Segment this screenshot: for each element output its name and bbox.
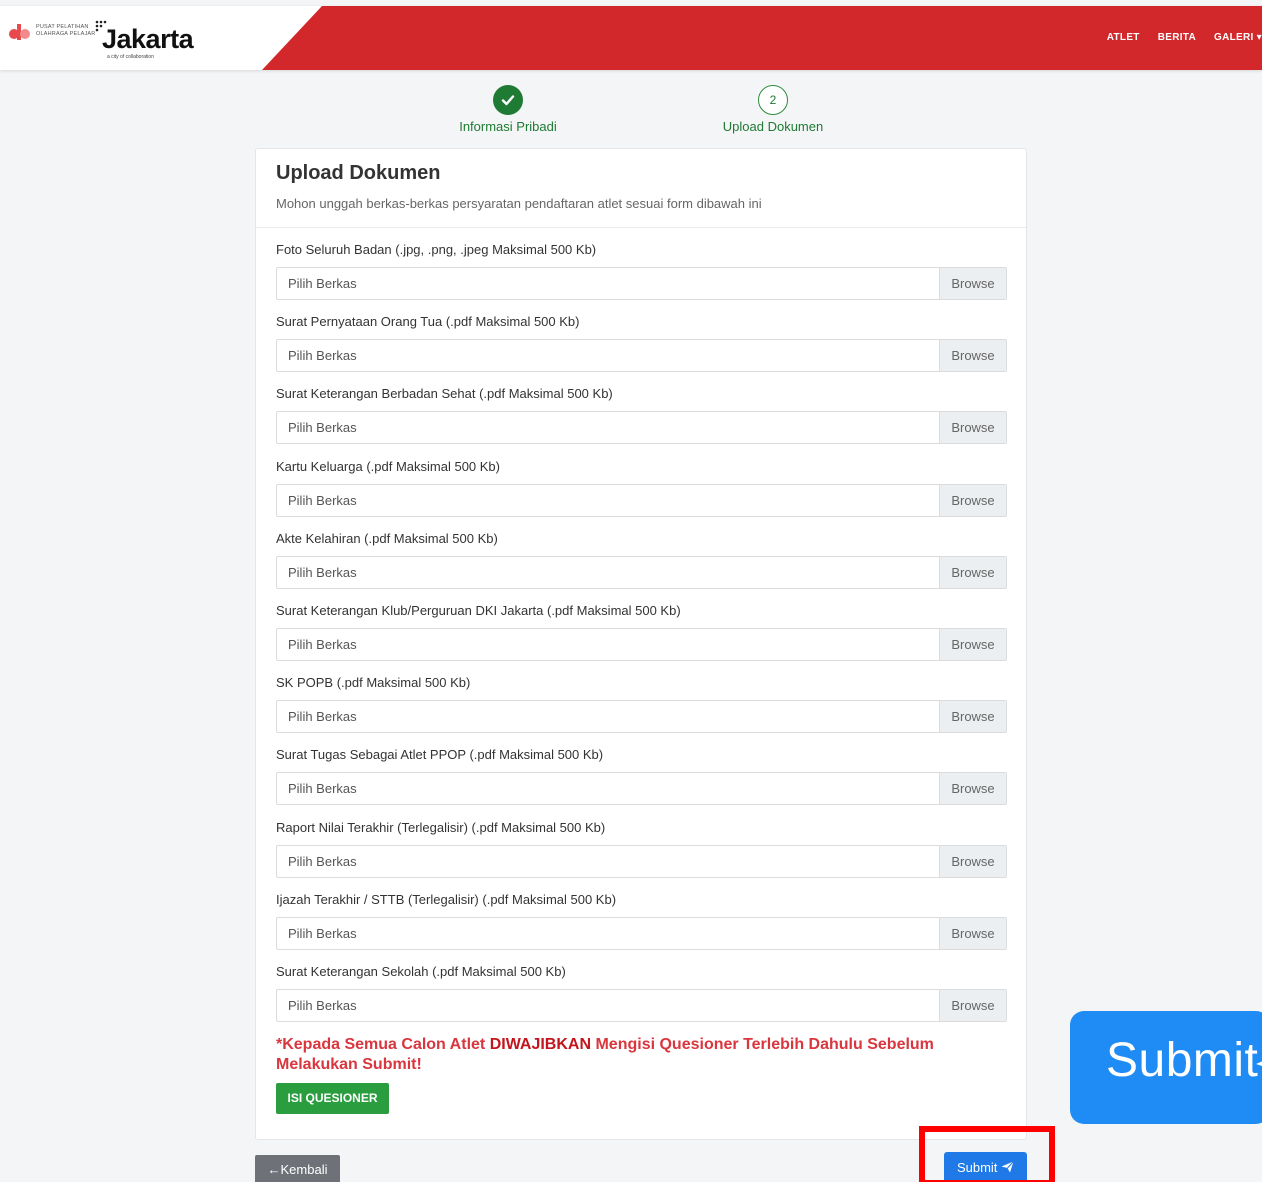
upload-field: Ijazah Terakhir / STTB (Terlegalisir) (.… — [276, 890, 1007, 962]
file-input-sekolah[interactable]: Pilih Berkas Browse — [276, 988, 1007, 1022]
card-header: Upload Dokumen Mohon unggah berkas-berka… — [256, 149, 1026, 228]
upload-fields: Foto Seluruh Badan (.jpg, .png, .jpeg Ma… — [276, 240, 1007, 1034]
upload-field: Raport Nilai Terakhir (Terlegalisir) (.p… — [276, 818, 1007, 890]
chevron-down-icon: ▾ — [1256, 32, 1262, 43]
file-input-kartu-keluarga[interactable]: Pilih Berkas Browse — [276, 483, 1007, 517]
check-icon — [501, 95, 515, 106]
step-number-badge: 2 — [758, 85, 788, 115]
submit-zoom-callout: Submit — [1070, 1011, 1262, 1124]
step-upload-dokumen: 2 Upload Dokumen — [673, 85, 873, 134]
page-title: Upload Dokumen — [276, 162, 441, 184]
step-label: Informasi Pribadi — [459, 119, 557, 134]
field-label: Foto Seluruh Badan (.jpg, .png, .jpeg Ma… — [276, 242, 597, 257]
browse-button[interactable]: Browse — [939, 484, 1006, 516]
file-placeholder[interactable]: Pilih Berkas — [277, 846, 939, 877]
browse-button[interactable]: Browse — [939, 845, 1006, 877]
field-label: Surat Keterangan Klub/Perguruan DKI Jaka… — [276, 602, 681, 618]
field-label: Akte Kelahiran (.pdf Maksimal 500 Kb) — [276, 530, 498, 546]
field-label: SK POPB (.pdf Maksimal 500 Kb) — [276, 675, 471, 691]
site-logo[interactable]: PUSAT PELATIHAN OLAHRAGA PELAJAR Jakarta… — [9, 18, 209, 62]
nav-item-galeri[interactable]: GALERI ▾ — [1214, 32, 1262, 43]
browse-button[interactable]: Browse — [939, 268, 1006, 299]
browse-button[interactable]: Browse — [939, 556, 1006, 588]
main-nav: ATLET BERITA GALERI ▾ — [1107, 32, 1262, 43]
upload-field: Surat Pernyataan Orang Tua (.pdf Maksima… — [276, 312, 1007, 384]
file-input-akte[interactable]: Pilih Berkas Browse — [276, 555, 1007, 589]
browse-button[interactable]: Browse — [939, 628, 1006, 660]
arrow-left-icon: ← — [267, 1162, 281, 1177]
file-input-klub[interactable]: Pilih Berkas Browse — [276, 627, 1007, 661]
file-placeholder[interactable]: Pilih Berkas — [277, 701, 939, 732]
file-input-ijazah[interactable]: Pilih Berkas Browse — [276, 916, 1007, 950]
quesioner-warning: *Kepada Semua Calon Atlet DIWAJIBKAN Men… — [276, 1036, 934, 1073]
field-label: Ijazah Terakhir / STTB (Terlegalisir) (.… — [276, 891, 617, 907]
upload-field: Foto Seluruh Badan (.jpg, .png, .jpeg Ma… — [276, 240, 1007, 312]
file-placeholder[interactable]: Pilih Berkas — [277, 629, 939, 660]
zoom-submit-label: Submit — [1106, 1034, 1259, 1087]
kembali-button[interactable]: ←Kembali — [255, 1155, 340, 1182]
step-informasi-pribadi: Informasi Pribadi — [408, 85, 608, 134]
site-header: PUSAT PELATIHAN OLAHRAGA PELAJAR Jakarta… — [0, 6, 1262, 70]
file-placeholder[interactable]: Pilih Berkas — [277, 412, 939, 443]
browse-button[interactable]: Browse — [939, 412, 1006, 444]
field-label: Surat Tugas Sebagai Atlet PPOP (.pdf Mak… — [276, 747, 604, 763]
logo-small-line2: OLAHRAGA PELAJAR — [36, 31, 96, 37]
upload-field: SK POPB (.pdf Maksimal 500 Kb) Pilih Ber… — [276, 673, 1007, 745]
file-input-sehat[interactable]: Pilih Berkas Browse — [276, 411, 1007, 445]
logo-tagline: a city of collaboration — [107, 54, 154, 60]
file-placeholder[interactable]: Pilih Berkas — [277, 990, 939, 1021]
field-label: Surat Keterangan Sekolah (.pdf Maksimal … — [276, 963, 566, 979]
page-subtitle: Mohon unggah berkas-berkas persyaratan p… — [276, 196, 762, 211]
field-label: Surat Keterangan Berbadan Sehat (.pdf Ma… — [276, 386, 613, 402]
browse-button[interactable]: Browse — [939, 773, 1006, 805]
warning-emphasis: DIWAJIBKAN — [489, 1036, 592, 1053]
field-label: Surat Pernyataan Orang Tua (.pdf Maksima… — [276, 314, 580, 330]
step-done-badge — [493, 85, 523, 115]
nav-item-berita[interactable]: BERITA — [1158, 32, 1196, 43]
upload-card: Upload Dokumen Mohon unggah berkas-berka… — [255, 148, 1027, 1140]
file-placeholder[interactable]: Pilih Berkas — [277, 557, 939, 588]
logo-small-line1: PUSAT PELATIHAN — [36, 24, 89, 30]
upload-field: Kartu Keluarga (.pdf Maksimal 500 Kb) Pi… — [276, 457, 1007, 529]
file-placeholder[interactable]: Pilih Berkas — [277, 268, 939, 299]
browse-button[interactable]: Browse — [939, 989, 1006, 1021]
file-input-raport[interactable]: Pilih Berkas Browse — [276, 844, 1007, 878]
file-input-pernyataan-ortu[interactable]: Pilih Berkas Browse — [276, 339, 1007, 373]
file-input-sk-popb[interactable]: Pilih Berkas Browse — [276, 700, 1007, 734]
nav-item-atlet[interactable]: ATLET — [1107, 32, 1140, 43]
paper-plane-icon — [1256, 1061, 1262, 1066]
field-label: Kartu Keluarga (.pdf Maksimal 500 Kb) — [276, 458, 500, 474]
upload-field: Surat Keterangan Berbadan Sehat (.pdf Ma… — [276, 384, 1007, 456]
file-input-surat-tugas[interactable]: Pilih Berkas Browse — [276, 772, 1007, 806]
file-placeholder[interactable]: Pilih Berkas — [277, 485, 939, 516]
upload-field: Akte Kelahiran (.pdf Maksimal 500 Kb) Pi… — [276, 529, 1007, 601]
isi-quesioner-button[interactable]: ISI QUESIONER — [276, 1083, 389, 1114]
browse-button[interactable]: Browse — [939, 917, 1006, 949]
paper-plane-icon — [1001, 1161, 1014, 1173]
step-label: Upload Dokumen — [722, 119, 824, 134]
file-input-foto[interactable]: Pilih Berkas Browse — [276, 267, 1007, 300]
upload-field: Surat Keterangan Klub/Perguruan DKI Jaka… — [276, 601, 1007, 673]
file-placeholder[interactable]: Pilih Berkas — [277, 773, 939, 804]
logo-jakarta-text: Jakarta — [102, 24, 194, 54]
file-placeholder[interactable]: Pilih Berkas — [277, 918, 939, 949]
upload-field: Surat Tugas Sebagai Atlet PPOP (.pdf Mak… — [276, 745, 1007, 817]
browse-button[interactable]: Browse — [939, 701, 1006, 733]
field-label: Raport Nilai Terakhir (Terlegalisir) (.p… — [276, 819, 606, 835]
file-placeholder[interactable]: Pilih Berkas — [277, 340, 939, 371]
browse-button[interactable]: Browse — [939, 340, 1006, 372]
ppop-logo-icon — [9, 24, 30, 40]
submit-button[interactable]: Submit — [944, 1152, 1027, 1182]
upload-field: Surat Keterangan Sekolah (.pdf Maksimal … — [276, 962, 1007, 1034]
